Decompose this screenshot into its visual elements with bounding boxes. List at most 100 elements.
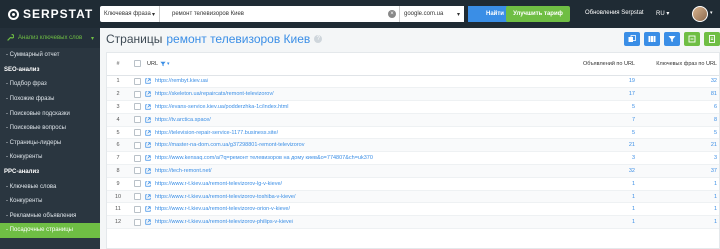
ads-count[interactable]: 21	[545, 138, 641, 153]
copy-button[interactable]	[624, 32, 640, 46]
database-select[interactable]: google.com.ua ▾	[400, 6, 464, 22]
sidebar-item[interactable]: - Суммарный отчет	[0, 48, 100, 63]
row-checkbox[interactable]	[133, 205, 141, 213]
keywords-count[interactable]: 21	[641, 138, 719, 153]
chevron-down-icon[interactable]: ▾	[710, 10, 713, 16]
external-link-icon[interactable]	[145, 155, 151, 161]
row-checkbox[interactable]	[133, 90, 141, 98]
col-header-ads[interactable]: Объявлений по URL	[545, 53, 641, 76]
external-link-icon[interactable]	[145, 142, 151, 148]
external-link-icon[interactable]	[145, 181, 151, 187]
url-link[interactable]: https://skeleton.ua/repaircats/remont-te…	[155, 91, 274, 97]
language-select[interactable]: RU ▾	[656, 10, 669, 17]
copy-icon	[628, 35, 636, 42]
sidebar-item[interactable]: - Поисковые вопросы	[0, 121, 100, 136]
keywords-count[interactable]: 32	[641, 75, 719, 89]
keywords-count[interactable]: 5	[641, 126, 719, 140]
sidebar-item[interactable]: - Поисковые подсказки	[0, 106, 100, 121]
keywords-count[interactable]: 1	[641, 215, 719, 230]
sidebar-item[interactable]: - Конкуренты	[0, 194, 100, 209]
col-header-select-all[interactable]	[129, 53, 145, 76]
row-checkbox[interactable]	[133, 193, 141, 201]
filter-icon[interactable]	[160, 61, 166, 67]
upgrade-plan-button[interactable]: Улучшить тариф	[506, 6, 570, 22]
row-checkbox[interactable]	[133, 141, 141, 149]
row-checkbox[interactable]	[133, 218, 141, 226]
external-link-icon[interactable]	[145, 219, 151, 225]
search-scope-select[interactable]: Ключевая фраза ▾	[100, 6, 160, 22]
export-button[interactable]	[684, 32, 700, 46]
ads-count[interactable]: 1	[545, 215, 641, 230]
ads-count[interactable]: 5	[545, 100, 641, 114]
url-link[interactable]: https://www.r-t.kiev.ua/remont-televizor…	[155, 219, 293, 225]
url-link[interactable]: https://tech-remont.net/	[155, 168, 212, 174]
keywords-count[interactable]: 8	[641, 113, 719, 127]
external-link-icon[interactable]	[145, 78, 151, 85]
ads-count[interactable]: 3	[545, 151, 641, 166]
external-link-icon[interactable]	[145, 206, 151, 212]
keywords-count[interactable]: 6	[641, 100, 719, 114]
row-checkbox[interactable]	[133, 154, 141, 162]
url-link[interactable]: https://evans-service.kiev.ua/podderzhka…	[155, 104, 289, 110]
url-link[interactable]: https://rembyt.kiev.ua/	[155, 78, 208, 84]
row-number: 6	[107, 138, 129, 153]
sidebar-item[interactable]: - Конкуренты	[0, 150, 100, 165]
external-link-icon[interactable]	[145, 193, 151, 200]
report-button[interactable]	[704, 32, 720, 46]
external-link-icon[interactable]	[145, 117, 151, 123]
external-link-icon[interactable]	[145, 91, 151, 97]
ads-count[interactable]: 32	[545, 164, 641, 178]
sidebar-item[interactable]: - Рекламные объявления	[0, 209, 100, 224]
row-number: 12	[107, 215, 129, 230]
row-checkbox[interactable]	[133, 116, 141, 124]
row-checkbox[interactable]	[133, 167, 141, 175]
url-link[interactable]: https://tv.arctica.space/	[155, 117, 211, 123]
logo[interactable]: SERPSTAT	[0, 0, 95, 28]
ads-count[interactable]: 19	[545, 75, 641, 89]
col-header-url[interactable]: URL ▾	[145, 53, 545, 76]
row-checkbox[interactable]	[133, 103, 141, 111]
filter-button[interactable]	[664, 32, 680, 46]
url-link[interactable]: https://www.r-t.kiev.ua/remont-televizor…	[155, 181, 282, 187]
external-link-icon[interactable]	[145, 104, 151, 110]
ads-count[interactable]: 7	[545, 113, 641, 127]
help-icon[interactable]: ?	[314, 35, 323, 43]
sidebar-item[interactable]: - Похожие фразы	[0, 92, 100, 107]
external-link-icon[interactable]	[145, 168, 151, 174]
row-checkbox[interactable]	[133, 129, 141, 137]
sidebar-item[interactable]: - Подбор фраз	[0, 77, 100, 92]
ads-count[interactable]: 1	[545, 202, 641, 217]
search-input[interactable]: ремонт телевизоров Киев ×	[160, 6, 400, 22]
external-link-icon[interactable]	[145, 129, 151, 136]
sidebar-module-select[interactable]: Анализ ключевых слов ▾	[0, 28, 100, 48]
ads-count[interactable]: 17	[545, 87, 641, 102]
keywords-count[interactable]: 1	[641, 177, 719, 191]
sidebar-section-heading: PPC-анализ	[4, 169, 40, 176]
url-link[interactable]: https://www.r-t.kiev.ua/remont-televizor…	[155, 206, 290, 212]
clear-icon[interactable]: ×	[388, 10, 396, 18]
keywords-count[interactable]: 3	[641, 151, 719, 166]
url-link[interactable]: https://www.kensaq.com/a/?q=ремонт телев…	[155, 155, 373, 161]
ads-count[interactable]: 1	[545, 177, 641, 191]
columns-button[interactable]	[644, 32, 660, 46]
sidebar-item[interactable]: - Посадочные страницы	[0, 223, 100, 238]
col-header-keywords[interactable]: Ключевых фраз по URL	[641, 53, 719, 76]
url-link[interactable]: https://master-na-dom.com.ua/g37298801-r…	[155, 142, 305, 148]
avatar[interactable]	[692, 6, 708, 22]
sidebar-item[interactable]: - Ключевые слова	[0, 179, 100, 194]
select-all-checkbox[interactable]	[133, 60, 141, 68]
url-cell: https://master-na-dom.com.ua/g37298801-r…	[145, 138, 545, 153]
url-link[interactable]: https://www.r-t.kiev.ua/remont-televizor…	[155, 194, 296, 200]
ads-count[interactable]: 1	[545, 190, 641, 204]
keywords-count[interactable]: 37	[641, 164, 719, 178]
keywords-count[interactable]: 1	[641, 190, 719, 204]
ads-count[interactable]: 5	[545, 126, 641, 140]
keywords-count[interactable]: 1	[641, 202, 719, 217]
url-link[interactable]: https://television-repair-service-1177.b…	[155, 130, 278, 136]
sort-caret-icon[interactable]: ▾	[167, 61, 170, 67]
updates-link[interactable]: Обновления Serpstat	[585, 10, 644, 16]
row-checkbox[interactable]	[133, 77, 141, 85]
sidebar-item[interactable]: - Страницы-лидеры	[0, 136, 100, 151]
keywords-count[interactable]: 81	[641, 87, 719, 102]
row-checkbox[interactable]	[133, 180, 141, 188]
